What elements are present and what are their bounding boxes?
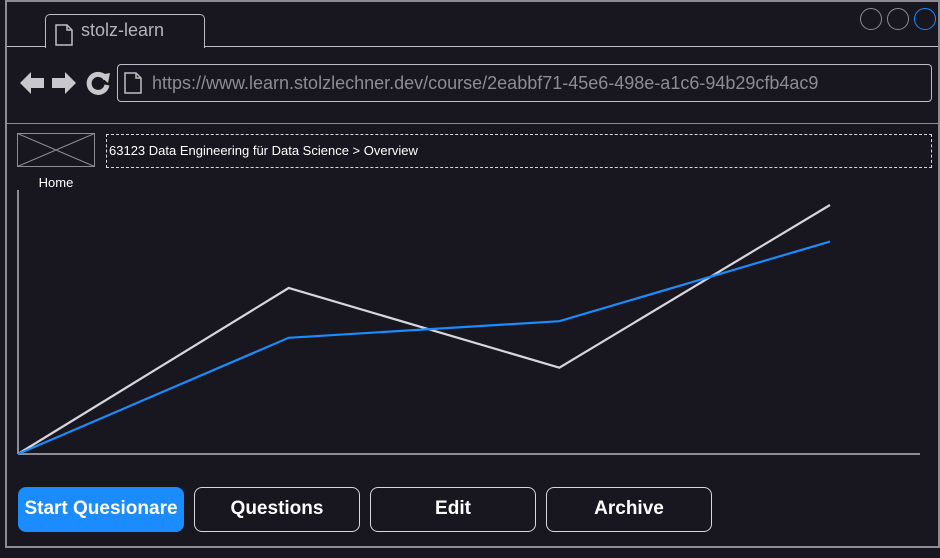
browser-tab[interactable]: stolz-learn [45, 14, 205, 48]
edit-button[interactable]: Edit [370, 487, 536, 532]
start-questionnaire-button[interactable]: Start Quesionare [18, 487, 184, 532]
browser-window: stolz-learn https://www.learn.stolzlechn… [5, 0, 940, 548]
tab-title: stolz-learn [81, 20, 165, 40]
line-chart [17, 190, 920, 456]
questions-button[interactable]: Questions [194, 487, 360, 532]
archive-button[interactable]: Archive [546, 487, 712, 532]
series-line-2 [17, 240, 831, 456]
document-icon [55, 24, 73, 46]
